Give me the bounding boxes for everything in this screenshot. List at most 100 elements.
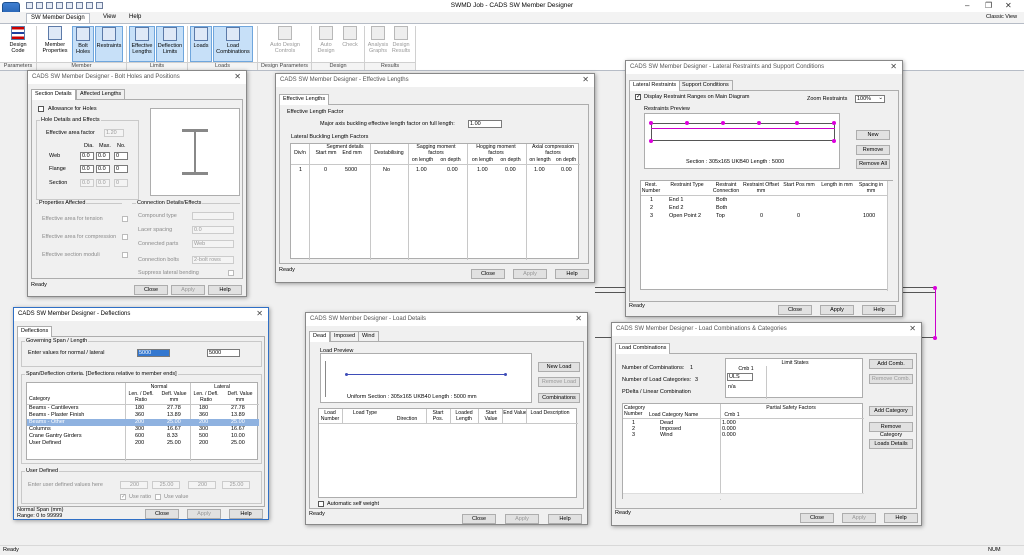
flange-dia-input[interactable]: 0.0 [80,165,94,173]
maximize-icon[interactable]: ❐ [985,1,992,10]
table-cell[interactable]: 0.00 [505,167,516,173]
zoom-select[interactable]: 100% ⌄ [855,95,885,103]
table-cell[interactable]: 200 [199,440,208,446]
remove-comb-button[interactable]: Remove Comb. [869,374,913,384]
table-cell[interactable]: 180 [135,405,144,411]
flange-no-input[interactable]: 0 [114,165,128,173]
apply-button[interactable]: Apply [187,509,221,519]
deflection-limits-button[interactable]: Deflection Limits [156,26,184,62]
minimize-icon[interactable]: – [965,1,969,10]
user-lateral-ratio-input[interactable]: 200 [188,481,216,489]
table-cell[interactable]: 16.67 [167,426,181,432]
load-combinations-button[interactable]: Load Combinations [213,26,253,62]
combinations-button[interactable]: Combinations [538,393,580,403]
table-scrollbar[interactable] [888,181,893,291]
effective-lengths-button[interactable]: Effective Lengths [129,26,155,62]
table-cell[interactable]: 0.000 [722,432,736,438]
span-lateral-input[interactable]: 5000 [207,349,240,357]
user-normal-value-input[interactable]: 25.00 [152,481,180,489]
tab-load-combinations[interactable]: Load Combinations [615,343,671,354]
restraint-point[interactable] [933,336,937,340]
table-cell[interactable]: 5000 [345,167,357,173]
close-button[interactable]: Close [800,513,834,523]
close-icon[interactable]: ✕ [582,75,589,84]
print-icon[interactable] [66,2,73,9]
tab-lateral-restraints[interactable]: Lateral Restraints [629,80,681,91]
loads-details-button[interactable]: Loads Details [869,439,913,449]
member-properties-button[interactable]: Member Properties [40,26,70,62]
tab-deflections[interactable]: Deflections [17,326,53,337]
suppress-checkbox[interactable] [228,270,234,276]
use-value-checkbox[interactable] [155,494,161,500]
table-cell[interactable]: 10.00 [231,433,245,439]
table-cell[interactable]: 0.00 [447,167,458,173]
apply-button[interactable]: Apply [171,285,205,295]
new-button[interactable]: New [856,130,890,140]
table-cell[interactable]: 200 [135,440,144,446]
add-category-button[interactable]: Add Category [869,406,913,416]
table-cell[interactable]: 1.00 [416,167,427,173]
help-button[interactable]: Help [208,285,242,295]
close-icon[interactable]: ✕ [890,62,897,71]
table-cell[interactable]: 13.89 [231,412,245,418]
table-cell[interactable]: 16.67 [231,426,245,432]
help-button[interactable]: Help [548,514,582,524]
undo-icon[interactable] [86,2,93,9]
add-comb-button[interactable]: Add Comb. [869,359,913,369]
table-row[interactable]: Beams - Other [29,419,65,425]
table-row[interactable]: 2 [650,205,653,211]
help-button[interactable]: Help [555,269,589,279]
self-weight-checkbox[interactable] [318,501,324,507]
table-cell[interactable]: Top [716,213,725,219]
bolt-holes-button[interactable]: Bolt Holes [72,26,94,62]
compound-type-input[interactable] [192,212,234,220]
table-cell[interactable]: 1000 [863,213,875,219]
table-row[interactable]: Columns [29,426,51,432]
table-cell[interactable]: 27.78 [167,405,181,411]
design-results-button[interactable]: Design Results [390,26,412,62]
table-cell[interactable]: End 2 [669,205,683,211]
design-code-button[interactable]: Design Code [3,26,33,62]
table-cell[interactable]: 1.00 [477,167,488,173]
web-max-input[interactable]: 0.0 [96,152,110,160]
table-cell[interactable]: 200 [199,419,208,425]
table-cell[interactable]: 500 [199,433,208,439]
connection-bolts-select[interactable]: 2-bolt rows [192,256,234,264]
web-dia-input[interactable]: 0.0 [80,152,94,160]
table-row[interactable]: Crane Gantry Girders [29,433,82,439]
table-cell[interactable]: 25.00 [167,419,181,425]
classic-view-label[interactable]: Classic View [982,13,1021,23]
user-lateral-value-input[interactable]: 25.00 [222,481,250,489]
lacer-spacing-input[interactable]: 0.0 [192,226,234,234]
table-cell[interactable]: 200 [135,419,144,425]
table-cell[interactable]: No [383,167,390,173]
save-icon[interactable] [46,2,53,9]
check-button[interactable]: Check [339,26,361,62]
apply-button[interactable]: Apply [505,514,539,524]
table-cell[interactable]: 8.33 [167,433,178,439]
auto-design-controls-button[interactable]: Auto Design Controls [262,26,308,62]
tab-section-details[interactable]: Section Details [31,89,76,100]
tab-dead[interactable]: Dead [309,331,331,342]
tab-effective-lengths[interactable]: Effective Lengths [279,94,330,105]
apply-button[interactable]: Apply [820,305,854,315]
tab-help[interactable]: Help [125,13,145,23]
apply-button[interactable]: Apply [842,513,876,523]
close-icon[interactable]: ✕ [575,314,582,323]
table-cell[interactable]: 300 [135,426,144,432]
remove-button[interactable]: Remove [856,145,890,155]
connected-parts-select[interactable]: Web [192,240,234,248]
limit-state-select[interactable]: ULS [727,373,753,381]
table-cell[interactable]: 600 [135,433,144,439]
table-cell[interactable]: 180 [199,405,208,411]
table-scrollbar[interactable] [623,493,864,499]
apply-button[interactable]: Apply [513,269,547,279]
analysis-graphs-button[interactable]: Analysis Graphs [367,26,389,62]
table-row[interactable]: User Defined [29,440,61,446]
table-row[interactable]: 3 [632,432,635,438]
remove-category-button[interactable]: Remove Category [869,422,913,438]
close-button[interactable]: Close [778,305,812,315]
table-cell[interactable]: 0.00 [561,167,572,173]
remove-all-button[interactable]: Remove All [856,159,890,169]
redo-icon[interactable] [96,2,103,9]
